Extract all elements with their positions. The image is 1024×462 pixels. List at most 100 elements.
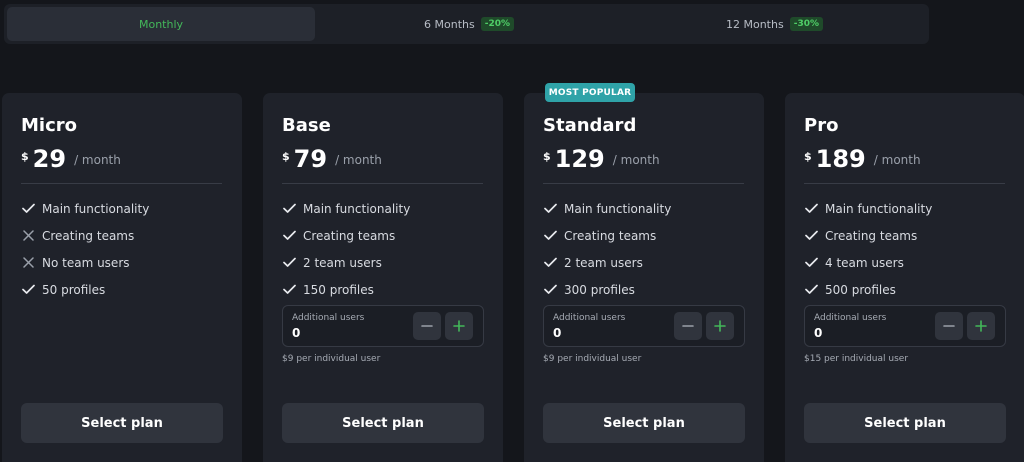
currency-symbol: $ — [543, 150, 551, 163]
feature-text: Main functionality — [42, 201, 150, 216]
minus-icon — [421, 317, 433, 336]
minus-icon — [943, 317, 955, 336]
decrement-button[interactable] — [935, 312, 963, 340]
check-icon — [543, 283, 557, 297]
divider — [282, 183, 483, 184]
feature-list: Main functionality Creating teams 2 team u… — [282, 195, 410, 303]
divider — [21, 183, 222, 184]
decrement-button[interactable] — [413, 312, 441, 340]
most-popular-badge: MOST POPULAR — [545, 83, 635, 102]
feature-item: 50 profiles — [21, 276, 149, 303]
divider — [543, 183, 744, 184]
cross-icon — [21, 256, 35, 270]
select-plan-button[interactable]: Select plan — [543, 403, 745, 443]
additional-users-value[interactable]: 0 — [553, 326, 561, 340]
price-period: / month — [335, 153, 382, 167]
plan-name: Micro — [21, 115, 77, 136]
plus-icon — [453, 317, 465, 336]
check-icon — [282, 229, 296, 243]
feature-item: Main functionality — [804, 195, 932, 222]
check-icon — [282, 256, 296, 270]
additional-users-label: Additional users — [292, 313, 365, 323]
tab-12-months-label: 12 Months — [726, 17, 784, 31]
divider — [804, 183, 1005, 184]
price: $79 / month — [282, 145, 382, 173]
feature-text: Main functionality — [825, 201, 933, 216]
feature-text: 2 team users — [564, 255, 643, 270]
feature-text: 50 profiles — [42, 282, 106, 297]
plan-name: Pro — [804, 115, 839, 136]
decrement-button[interactable] — [674, 312, 702, 340]
feature-item: Creating teams — [543, 222, 671, 249]
minus-icon — [682, 317, 694, 336]
plus-icon — [975, 317, 987, 336]
select-plan-button[interactable]: Select plan — [804, 403, 1006, 443]
feature-item: 300 profiles — [543, 276, 671, 303]
feature-text: Main functionality — [303, 201, 411, 216]
plan-card-standard: Standard $129 / month Main functionality Cre… — [524, 93, 764, 462]
feature-text: 300 profiles — [564, 282, 635, 297]
feature-list: Main functionality Creating teams 2 team u… — [543, 195, 671, 303]
per-user-price: $9 per individual user — [282, 354, 381, 364]
check-icon — [543, 229, 557, 243]
check-icon — [282, 202, 296, 216]
feature-item: Main functionality — [282, 195, 410, 222]
plan-name: Standard — [543, 115, 637, 136]
feature-item: No team users — [21, 249, 149, 276]
plan-card-base: Base $79 / month Main functionality Creating… — [263, 93, 503, 462]
feature-item: Main functionality — [543, 195, 671, 222]
price: $29 / month — [21, 145, 121, 173]
discount-badge: -20% — [480, 17, 514, 31]
plan-card-pro: Pro $189 / month Main functionality Creating… — [785, 93, 1024, 462]
check-icon — [804, 283, 818, 297]
tab-6-months[interactable]: 6 Months -20% — [315, 7, 623, 41]
additional-users-value[interactable]: 0 — [814, 326, 822, 340]
feature-item: Main functionality — [21, 195, 149, 222]
check-icon — [543, 256, 557, 270]
price-period: / month — [612, 153, 660, 167]
plan-name: Base — [282, 115, 331, 136]
price: $129 / month — [543, 145, 660, 173]
additional-users-value[interactable]: 0 — [292, 326, 300, 340]
plan-card-micro: Micro $29 / month Main functionality Creatin… — [2, 93, 242, 462]
additional-users-field: Additional users 0 — [282, 305, 484, 347]
price-amount: 189 — [815, 145, 866, 173]
price-period: / month — [74, 153, 121, 167]
select-plan-button[interactable]: Select plan — [21, 403, 223, 443]
discount-badge: -30% — [789, 17, 823, 31]
price: $189 / month — [804, 145, 921, 173]
increment-button[interactable] — [967, 312, 995, 340]
price-period: / month — [873, 153, 921, 167]
feature-item: Creating teams — [804, 222, 932, 249]
additional-users-label: Additional users — [553, 313, 626, 323]
price-amount: 79 — [293, 145, 328, 173]
currency-symbol: $ — [282, 150, 290, 163]
feature-item: Creating teams — [282, 222, 410, 249]
additional-users-field: Additional users 0 — [804, 305, 1006, 347]
currency-symbol: $ — [804, 150, 812, 163]
feature-text: Creating teams — [42, 228, 135, 243]
feature-text: Creating teams — [303, 228, 396, 243]
tab-6-months-label: 6 Months — [424, 17, 475, 31]
select-plan-button[interactable]: Select plan — [282, 403, 484, 443]
plus-icon — [714, 317, 726, 336]
feature-text: Creating teams — [825, 228, 918, 243]
per-user-price: $15 per individual user — [804, 354, 909, 364]
increment-button[interactable] — [706, 312, 734, 340]
feature-text: 150 profiles — [303, 282, 374, 297]
check-icon — [804, 256, 818, 270]
tab-monthly[interactable]: Monthly — [7, 7, 315, 41]
feature-item: 2 team users — [543, 249, 671, 276]
feature-text: Main functionality — [564, 201, 672, 216]
check-icon — [804, 229, 818, 243]
feature-text: 4 team users — [825, 255, 904, 270]
per-user-price: $9 per individual user — [543, 354, 642, 364]
additional-users-field: Additional users 0 — [543, 305, 745, 347]
billing-period-toggle: Monthly 6 Months -20% 12 Months -30% — [4, 4, 929, 44]
tab-12-months[interactable]: 12 Months -30% — [623, 7, 926, 41]
feature-item: 150 profiles — [282, 276, 410, 303]
increment-button[interactable] — [445, 312, 473, 340]
feature-text: No team users — [42, 255, 130, 270]
cross-icon — [21, 229, 35, 243]
additional-users-label: Additional users — [814, 313, 887, 323]
